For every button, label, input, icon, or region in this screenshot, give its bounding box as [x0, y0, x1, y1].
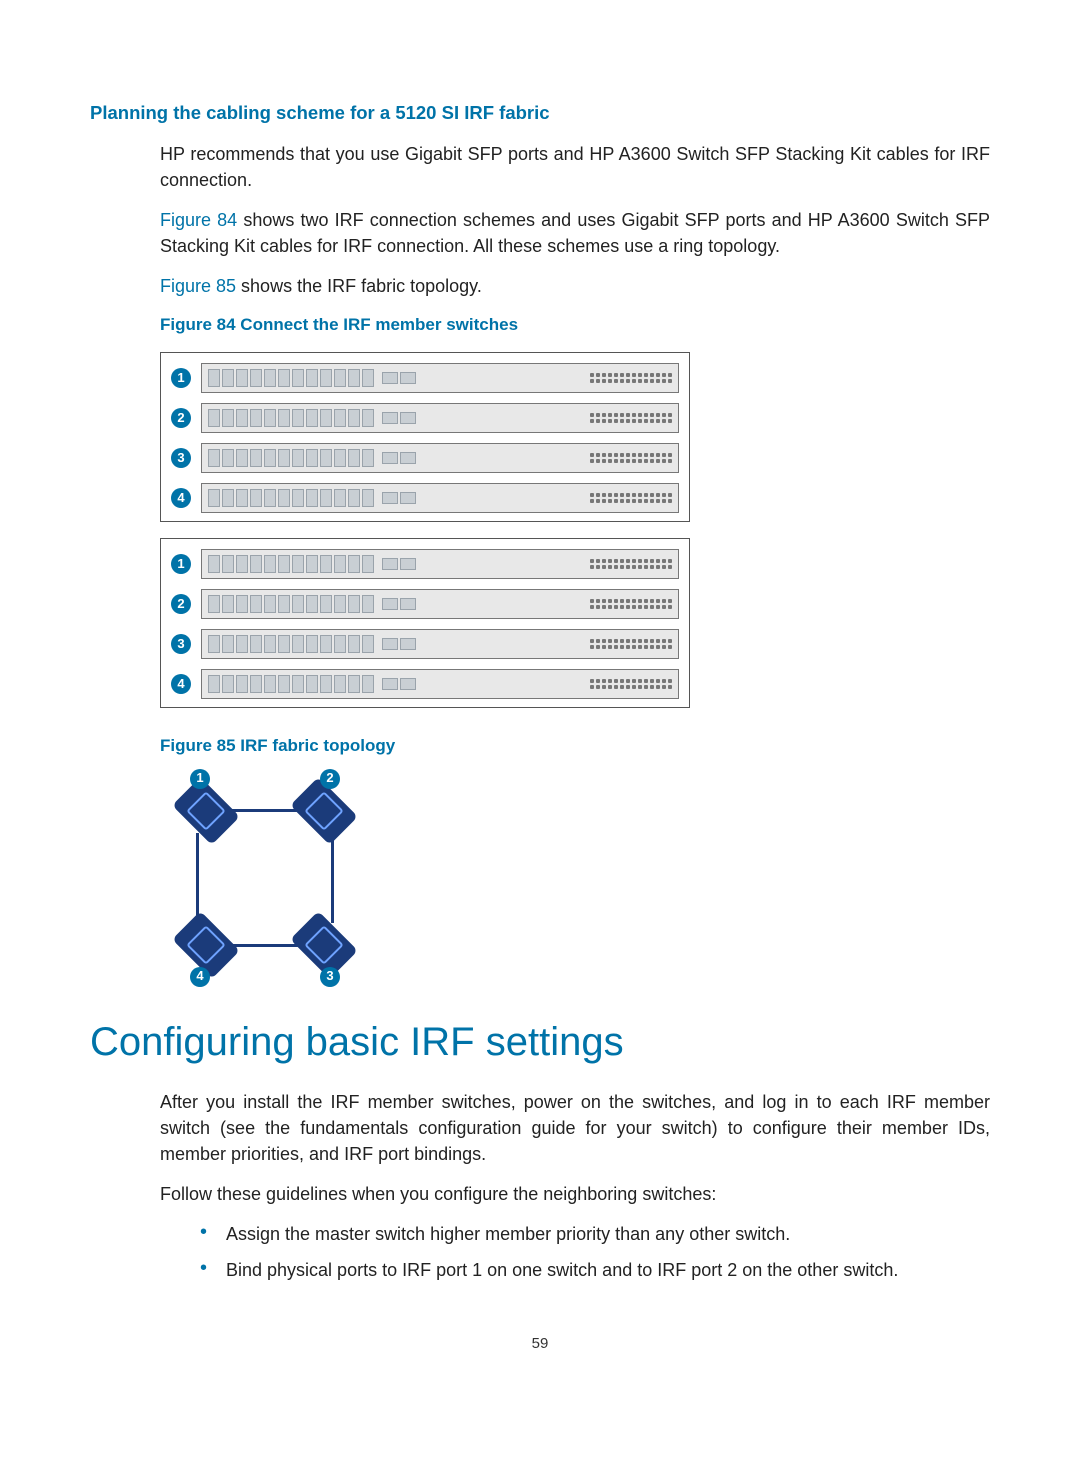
figure-84-caption: Figure 84 Connect the IRF member switche…	[160, 313, 990, 338]
switch-number-badge: 2	[171, 408, 191, 428]
paragraph: Figure 85 shows the IRF fabric topology.	[160, 273, 990, 299]
switch-device	[201, 629, 679, 659]
figure-85-caption: Figure 85 IRF fabric topology	[160, 734, 990, 759]
switch-device	[201, 589, 679, 619]
switch-row: 1	[171, 549, 679, 579]
switch-number-badge: 4	[171, 674, 191, 694]
switch-number-badge: 1	[171, 368, 191, 388]
figure-85: 1 2 3 4	[160, 773, 390, 983]
paragraph: HP recommends that you use Gigabit SFP p…	[160, 141, 990, 193]
node-number-badge: 2	[320, 769, 340, 789]
topology-diagram: 1 2 3 4	[160, 773, 370, 983]
switch-row: 4	[171, 669, 679, 699]
switch-number-badge: 2	[171, 594, 191, 614]
node-number-badge: 4	[190, 967, 210, 987]
switch-stack-group-a: 1 2 3 4	[160, 352, 690, 522]
switch-number-badge: 1	[171, 554, 191, 574]
switch-row: 2	[171, 589, 679, 619]
paragraph: Figure 84 shows two IRF connection schem…	[160, 207, 990, 259]
figure-84: 1 2 3 4	[160, 352, 990, 708]
paragraph: Follow these guidelines when you configu…	[160, 1181, 990, 1207]
heading-configuring: Configuring basic IRF settings	[90, 1013, 990, 1071]
node-number-badge: 1	[190, 769, 210, 789]
switch-row: 3	[171, 629, 679, 659]
figure-link-84[interactable]: Figure 84	[160, 210, 237, 230]
figure-link-85[interactable]: Figure 85	[160, 276, 236, 296]
switch-device	[201, 669, 679, 699]
switch-device	[201, 363, 679, 393]
switch-device	[201, 483, 679, 513]
bullet-list: Assign the master switch higher member p…	[200, 1221, 990, 1283]
switch-device	[201, 403, 679, 433]
paragraph: After you install the IRF member switche…	[160, 1089, 990, 1167]
switch-device	[201, 443, 679, 473]
switch-row: 1	[171, 363, 679, 393]
switch-device	[201, 549, 679, 579]
switch-row: 2	[171, 403, 679, 433]
switch-row: 3	[171, 443, 679, 473]
paragraph-text: shows the IRF fabric topology.	[236, 276, 482, 296]
switch-number-badge: 3	[171, 448, 191, 468]
switch-number-badge: 4	[171, 488, 191, 508]
paragraph-text: shows two IRF connection schemes and use…	[160, 210, 990, 256]
switch-stack-group-b: 1 2 3 4	[160, 538, 690, 708]
list-item: Assign the master switch higher member p…	[200, 1221, 990, 1247]
heading-planning: Planning the cabling scheme for a 5120 S…	[90, 100, 990, 127]
list-item: Bind physical ports to IRF port 1 on one…	[200, 1257, 990, 1283]
switch-row: 4	[171, 483, 679, 513]
page-number: 59	[90, 1333, 990, 1355]
switch-number-badge: 3	[171, 634, 191, 654]
node-number-badge: 3	[320, 967, 340, 987]
